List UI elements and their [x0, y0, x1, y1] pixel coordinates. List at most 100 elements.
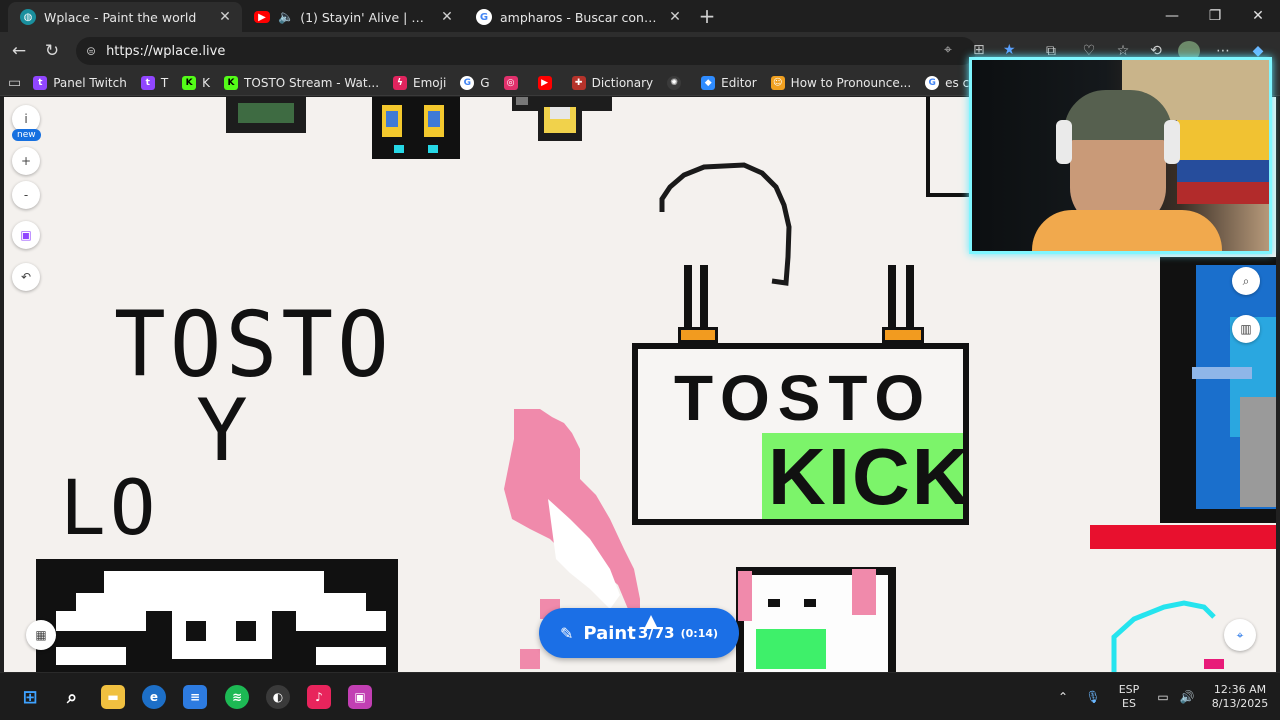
tab-wplace[interactable]: ◍ Wplace - Paint the world ✕ — [8, 2, 242, 32]
bookmark-g[interactable]: GG — [460, 75, 490, 90]
bookmark-youtube[interactable]: ▶ — [537, 75, 558, 90]
minimize-button[interactable]: — — [1150, 0, 1194, 32]
edge-browser-icon[interactable]: e — [142, 685, 166, 709]
bookmark-tosto-stream[interactable]: K TOSTO Stream - Wat... — [224, 75, 379, 90]
flag-red — [1177, 182, 1269, 204]
headphone-left — [1056, 120, 1072, 164]
paint-button[interactable]: ✎ Paint 3/73 (0:14) — [539, 608, 739, 658]
tiktok-icon[interactable]: ♪ — [307, 685, 331, 709]
obs-icon[interactable]: ◐ — [266, 685, 290, 709]
pixel-art-green-creature — [226, 97, 306, 133]
collections-icon[interactable]: ▭ — [8, 75, 21, 91]
pixel-art-blue-yellow-creature — [372, 97, 460, 159]
new-tab-button[interactable]: + — [692, 1, 722, 31]
windows-start-icon[interactable]: ⊞ — [18, 685, 42, 709]
language-top: ESP — [1118, 683, 1140, 696]
info-icon: i — [24, 112, 28, 126]
tab-youtube[interactable]: ▶ 🔈 (1) Stayin' Alive | @beegees ✕ — [242, 2, 464, 32]
globe-icon: ◍ — [20, 9, 36, 25]
site-info-icon[interactable]: ⊜ — [86, 44, 96, 58]
kick-panel: KICK — [762, 432, 970, 521]
bookmark-how-to-pronounce[interactable]: ☺ How to Pronounce... — [770, 75, 912, 90]
clock-time: 12:36 AM — [1213, 683, 1267, 696]
bookmark-editor[interactable]: ◆ Editor — [701, 75, 757, 90]
refresh-icon[interactable]: ↻ — [38, 38, 66, 64]
location-icon[interactable]: ⌖ — [944, 42, 952, 58]
gem-icon: ◆ — [701, 75, 716, 90]
flag-blue — [1177, 160, 1269, 182]
tab-title: ampharos - Buscar con Google — [500, 9, 660, 25]
bookmark-k[interactable]: KK — [182, 75, 211, 90]
language-indicator[interactable]: ESP ES — [1112, 673, 1146, 720]
close-icon[interactable]: ✕ — [216, 9, 234, 25]
tab-google[interactable]: G ampharos - Buscar con Google ✕ — [464, 2, 692, 32]
clock[interactable]: 12:36 AM 8/13/2025 — [1204, 673, 1276, 720]
lightning-icon: ϟ — [393, 75, 408, 90]
close-icon[interactable]: ✕ — [666, 9, 684, 25]
map-style-button[interactable]: ▦ — [26, 620, 56, 650]
notepad-icon[interactable]: ≡ — [183, 685, 207, 709]
favorite-star-icon[interactable]: ★ — [1003, 42, 1016, 58]
close-window-button[interactable]: ✕ — [1236, 0, 1280, 32]
bookmark-label: K — [202, 75, 211, 90]
clock-date: 8/13/2025 — [1211, 697, 1269, 710]
sign-hook-right — [882, 327, 924, 343]
bar-chart-icon: ▥ — [1240, 322, 1252, 336]
map-icon: ▦ — [35, 628, 47, 642]
speaker-icon[interactable]: 🔈 — [278, 10, 294, 25]
show-hidden-icons-icon[interactable]: ⌃ — [1052, 673, 1074, 720]
twitch-icon: ▣ — [20, 228, 32, 242]
app-available-icon[interactable]: ⊞ — [973, 42, 985, 58]
speaker-person-icon: ☺ — [770, 75, 785, 90]
url-input[interactable]: ⊜ https://wplace.live — [76, 37, 976, 65]
headphone-right — [1164, 120, 1180, 164]
bookmark-chatgpt[interactable]: ✺ — [667, 75, 687, 90]
brush-icon: ✎ — [559, 623, 574, 643]
bookmark-instagram[interactable]: ◎ — [503, 75, 524, 90]
bookmark-label: T — [160, 75, 169, 90]
search-icon[interactable]: ⌕ — [60, 685, 84, 709]
microphone-icon[interactable]: 🎙 — [1082, 673, 1104, 720]
tab-title: Wplace - Paint the world — [44, 9, 197, 25]
bookmark-panel-twitch[interactable]: t Panel Twitch — [33, 75, 127, 90]
flag-yellow — [1177, 120, 1269, 160]
sign-text-tosto: TOSTO — [674, 362, 933, 434]
youtube-icon: ▶ — [537, 75, 552, 90]
pixel-art-blue-creature — [1160, 257, 1276, 523]
pixel-art-white-cat — [728, 559, 904, 672]
bookmark-label: How to Pronounce... — [790, 75, 912, 90]
crosshair-icon: ⌖ — [1236, 627, 1244, 642]
google-icon: G — [925, 75, 940, 90]
chatgpt-icon: ✺ — [667, 75, 682, 90]
volume-icon[interactable]: 🔊 — [1176, 673, 1198, 720]
pixel-text-lo: LO — [60, 463, 160, 552]
bookmark-emoji[interactable]: ϟ Emoji — [393, 75, 446, 90]
close-icon[interactable]: ✕ — [438, 9, 456, 25]
bookmark-t[interactable]: tT — [140, 75, 169, 90]
pixel-art-gray-creature — [512, 97, 612, 143]
tosto-kick-sign: TOSTO KICK — [632, 343, 970, 525]
maximize-button[interactable]: ❐ — [1193, 0, 1237, 32]
twitch-button[interactable]: ▣ — [12, 221, 40, 249]
bookmark-label: Dictionary — [591, 75, 654, 90]
bookmark-label: G — [480, 75, 490, 90]
streaming-app-icon[interactable]: ▣ — [348, 685, 372, 709]
zoom-in-button[interactable]: + — [12, 147, 40, 175]
search-location-button[interactable]: ⌕ — [1232, 267, 1260, 295]
zoom-out-button[interactable]: - — [12, 181, 40, 209]
back-icon[interactable]: ← — [5, 38, 33, 64]
mouse-cursor — [644, 615, 658, 629]
spotify-icon[interactable]: ≋ — [225, 685, 249, 709]
network-icon[interactable]: ▭ — [1152, 673, 1174, 720]
bookmark-dictionary[interactable]: ✚ Dictionary — [571, 75, 654, 90]
leaderboard-button[interactable]: ▥ — [1232, 315, 1260, 343]
instagram-icon: ◎ — [503, 75, 518, 90]
paint-timer: (0:14) — [680, 626, 719, 640]
twitch-icon: t — [33, 75, 48, 90]
undo-button[interactable]: ↶ — [12, 263, 40, 291]
file-explorer-icon[interactable]: ▬ — [101, 685, 125, 709]
google-icon: G — [460, 75, 475, 90]
minus-icon: - — [23, 188, 29, 202]
pixel-text-y: Y — [196, 381, 252, 481]
locate-me-button[interactable]: ⌖ — [1224, 619, 1256, 651]
